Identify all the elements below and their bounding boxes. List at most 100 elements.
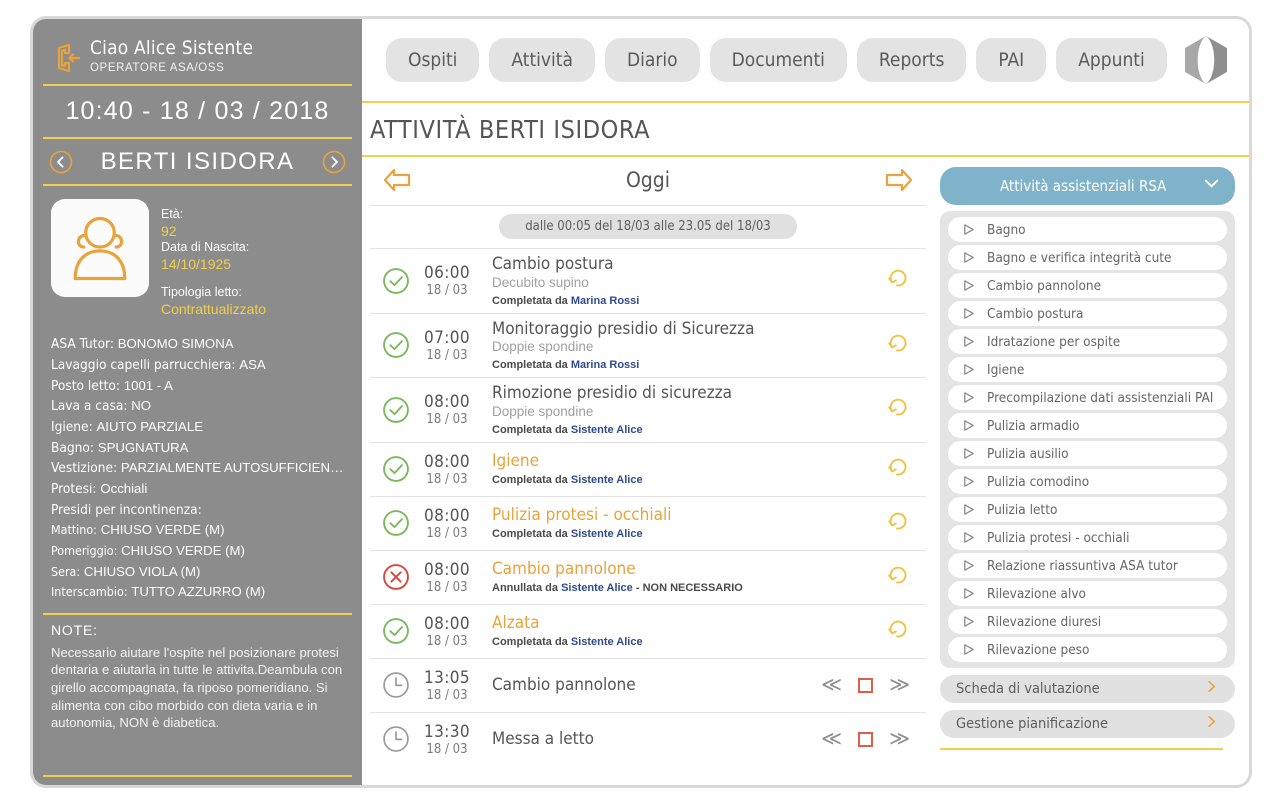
check-circle-icon[interactable] xyxy=(376,396,416,424)
patient-field-value: AIUTO PARZIALE xyxy=(96,419,203,434)
activity-row[interactable]: 08:00 18 / 03 Igiene Completata da Sistente… xyxy=(370,441,926,496)
chevron-down-icon[interactable] xyxy=(1202,174,1221,197)
panel-item[interactable]: Rilevazione peso xyxy=(948,637,1228,662)
tab-documenti[interactable]: Documenti xyxy=(709,38,847,82)
activity-row[interactable]: 08:00 18 / 03 Rimozione presidio di sicure… xyxy=(370,377,926,442)
panel-item[interactable]: Cambio postura xyxy=(948,301,1228,326)
patient-field-value: Occhiali xyxy=(100,480,148,496)
activity-hour: 08:00 xyxy=(423,559,471,580)
activity-row[interactable]: 06:00 18 / 03 Cambio postura Decubito supin… xyxy=(370,248,926,313)
undo-circular-arrow-icon[interactable] xyxy=(884,265,910,296)
panel-header-attivita-assistenziali-rsa[interactable]: Attività assistenziali RSA xyxy=(940,167,1236,205)
play-triangle-icon xyxy=(962,447,975,460)
patient-name-header: BERTI ISIDORA xyxy=(100,148,295,175)
tab-diario[interactable]: Diario xyxy=(604,38,700,82)
patient-field-row: Protesi: Occhiali xyxy=(51,479,346,500)
arrow-right-icon[interactable] xyxy=(884,167,914,193)
panel-item[interactable]: Precompilazione dati assistenziali PAI xyxy=(948,385,1228,410)
check-circle-icon[interactable] xyxy=(376,331,416,359)
activity-details: Cambio pannolone Annullata da Sistente Al… xyxy=(478,560,806,594)
panel-item[interactable]: Cambio pannolone xyxy=(948,273,1228,298)
patient-field-row: ASA Tutor: BONOMO SIMONA xyxy=(51,334,346,355)
undo-circular-arrow-icon[interactable] xyxy=(884,562,910,593)
activity-operator-name: Marina Rossi xyxy=(570,294,640,307)
activity-hour: 13:30 xyxy=(423,721,471,742)
panel-item[interactable]: Bagno xyxy=(948,217,1228,242)
panel-item[interactable]: Pulizia ausilio xyxy=(948,441,1228,466)
activity-byline: Annullata da Sistente Alice - NON NECESS… xyxy=(492,582,743,595)
undo-circular-arrow-icon[interactable] xyxy=(884,330,910,361)
panel-item[interactable]: Relazione riassuntiva ASA tutor xyxy=(948,553,1228,578)
activity-hour: 08:00 xyxy=(423,613,471,634)
activity-date: 18 / 03 xyxy=(426,579,468,595)
check-circle-icon[interactable] xyxy=(376,509,416,537)
activity-row[interactable]: 13:05 18 / 03 Cambio pannolone ≪ ≫ xyxy=(370,657,926,712)
panel-item[interactable]: Pulizia comodino xyxy=(948,469,1228,494)
chevron-left-circle-icon[interactable] xyxy=(49,150,73,174)
panel-item[interactable]: Pulizia protesi - occhiali xyxy=(948,525,1228,550)
check-circle-icon[interactable] xyxy=(376,617,416,645)
patient-field-row: Igiene: AIUTO PARZIALE xyxy=(51,417,346,438)
undo-circular-arrow-icon[interactable] xyxy=(884,616,910,647)
logout-icon[interactable] xyxy=(53,42,81,72)
activity-row[interactable]: 13:30 18 / 03 Messa a letto ≪ ≫ xyxy=(370,711,926,766)
panel-item[interactable]: Bagno e verifica integrità cute xyxy=(948,245,1228,270)
activity-details: Rimozione presidio di sicurezza Doppie sp… xyxy=(478,384,806,436)
patient-field-label: Lavaggio capelli parrucchiera: xyxy=(51,357,236,374)
check-circle-icon[interactable] xyxy=(376,267,416,295)
activity-row[interactable]: 08:00 18 / 03 Cambio pannolone Annullata da… xyxy=(370,549,926,604)
arrow-left-icon[interactable] xyxy=(382,167,412,193)
chevron-right-icon[interactable] xyxy=(1204,679,1219,699)
panel-item[interactable]: Pulizia armadio xyxy=(948,413,1228,438)
activity-byline: Completata da Sistente Alice xyxy=(492,474,643,487)
panel-item-label: Cambio pannolone xyxy=(987,277,1102,294)
double-chevron-right-icon[interactable]: ≫ xyxy=(889,729,910,749)
clock-icon[interactable] xyxy=(376,671,416,699)
chevron-right-circle-icon[interactable] xyxy=(322,150,346,174)
panel-item[interactable]: Idratazione per ospite xyxy=(948,329,1228,354)
double-chevron-left-icon[interactable]: ≪ xyxy=(821,675,842,695)
activity-details: Monitoraggio presidio di Sicurezza Doppie… xyxy=(478,319,806,371)
panel-item[interactable]: Pulizia letto xyxy=(948,497,1228,522)
tab-appunti[interactable]: Appunti xyxy=(1056,38,1167,82)
double-chevron-right-icon[interactable]: ≫ xyxy=(889,675,910,695)
panel-item-label: Pulizia armadio xyxy=(987,417,1080,434)
footer-button-scheda-di-valutazione[interactable]: Scheda di valutazione xyxy=(940,675,1236,703)
activity-row[interactable]: 08:00 18 / 03 Pulizia protesi - occhiali Co… xyxy=(370,495,926,550)
day-navigator: Oggi xyxy=(370,157,926,205)
checkbox-empty-icon[interactable] xyxy=(858,677,874,693)
panel-item[interactable]: Rilevazione diuresi xyxy=(948,609,1228,634)
undo-circular-arrow-icon[interactable] xyxy=(884,454,910,485)
panel-item[interactable]: Igiene xyxy=(948,357,1228,382)
chevron-right-icon[interactable] xyxy=(1204,714,1219,734)
patient-field-label: Posto letto: xyxy=(51,377,121,394)
tab-pai[interactable]: PAI xyxy=(976,38,1047,82)
tab-ospiti[interactable]: Ospiti xyxy=(386,38,480,82)
panel-item-label: Pulizia ausilio xyxy=(987,445,1069,462)
double-chevron-left-icon[interactable]: ≪ xyxy=(821,729,842,749)
patient-field-row: Lavaggio capelli parrucchiera: ASA xyxy=(51,355,346,376)
activity-subtitle: Decubito supino xyxy=(492,274,589,290)
hexagon-logo-icon xyxy=(1177,34,1235,86)
footer-button-gestione-pianificazione[interactable]: Gestione pianificazione xyxy=(940,710,1236,738)
activity-row[interactable]: 07:00 18 / 03 Monitoraggio presidio di Sic… xyxy=(370,312,926,378)
panel-item[interactable]: Rilevazione alvo xyxy=(948,581,1228,606)
tab-reports[interactable]: Reports xyxy=(856,38,967,82)
patient-field-label: Mattino: xyxy=(51,522,97,538)
check-circle-icon[interactable] xyxy=(376,455,416,483)
activity-time: 07:00 18 / 03 xyxy=(416,328,478,363)
x-circle-icon[interactable] xyxy=(376,563,416,591)
patient-field-value: ASA xyxy=(239,357,266,373)
date-range-chip[interactable]: dalle 00:05 del 18/03 alle 23.05 del 18/… xyxy=(499,214,797,239)
play-triangle-icon xyxy=(962,391,975,404)
clock-icon[interactable] xyxy=(376,725,416,753)
activity-row[interactable]: 08:00 18 / 03 Alzata Completata da Sistente… xyxy=(370,603,926,658)
checkbox-empty-icon[interactable] xyxy=(858,731,874,747)
undo-circular-arrow-icon[interactable] xyxy=(884,394,910,425)
tab-attivit-[interactable]: Attività xyxy=(489,38,595,82)
activity-time: 08:00 18 / 03 xyxy=(416,452,478,487)
play-triangle-icon xyxy=(962,223,975,236)
activity-list: 06:00 18 / 03 Cambio postura Decubito supin… xyxy=(370,248,926,785)
activity-hour: 13:05 xyxy=(423,667,471,688)
undo-circular-arrow-icon[interactable] xyxy=(884,508,910,539)
